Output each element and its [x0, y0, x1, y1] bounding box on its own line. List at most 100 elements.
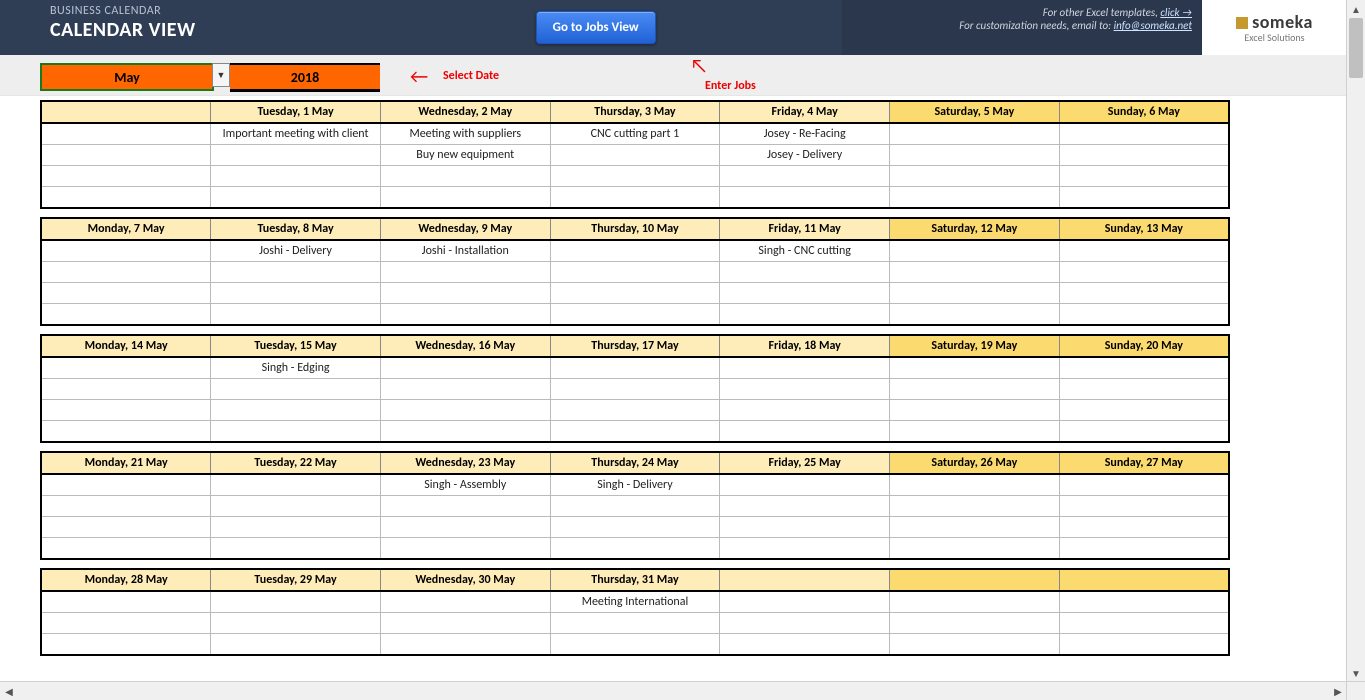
- calendar-cell[interactable]: Singh - Edging: [211, 357, 381, 379]
- calendar-cell[interactable]: [720, 634, 890, 656]
- calendar-cell[interactable]: [211, 474, 381, 496]
- calendar-cell[interactable]: [380, 357, 550, 379]
- calendar-cell[interactable]: [890, 123, 1060, 145]
- scroll-down-icon[interactable]: ▼: [1347, 664, 1365, 682]
- vertical-scrollbar[interactable]: ▲ ▼: [1346, 0, 1365, 682]
- calendar-cell[interactable]: [380, 262, 550, 283]
- calendar-cell[interactable]: [1059, 400, 1229, 421]
- calendar-cell[interactable]: [1059, 538, 1229, 560]
- calendar-cell[interactable]: [550, 421, 720, 443]
- calendar-cell[interactable]: [1059, 379, 1229, 400]
- calendar-cell[interactable]: [1059, 240, 1229, 262]
- calendar-cell[interactable]: [890, 145, 1060, 166]
- calendar-cell[interactable]: [1059, 421, 1229, 443]
- calendar-cell[interactable]: Singh - Delivery: [550, 474, 720, 496]
- calendar-cell[interactable]: [1059, 283, 1229, 304]
- calendar-cell[interactable]: [890, 379, 1060, 400]
- calendar-cell[interactable]: [380, 283, 550, 304]
- calendar-cell[interactable]: [720, 517, 890, 538]
- calendar-cell[interactable]: [1059, 591, 1229, 613]
- calendar-cell[interactable]: [211, 262, 381, 283]
- calendar-cell[interactable]: [890, 634, 1060, 656]
- calendar-cell[interactable]: [41, 187, 211, 209]
- month-select-cell[interactable]: May: [40, 63, 214, 91]
- calendar-cell[interactable]: [211, 379, 381, 400]
- month-dropdown-button[interactable]: ▼: [212, 63, 230, 87]
- calendar-cell[interactable]: [211, 166, 381, 187]
- calendar-cell[interactable]: [380, 591, 550, 613]
- calendar-cell[interactable]: [720, 496, 890, 517]
- calendar-cell[interactable]: [890, 421, 1060, 443]
- calendar-cell[interactable]: [890, 517, 1060, 538]
- calendar-cell[interactable]: [380, 421, 550, 443]
- calendar-cell[interactable]: [380, 400, 550, 421]
- calendar-cell[interactable]: [890, 613, 1060, 634]
- calendar-cell[interactable]: [1059, 474, 1229, 496]
- calendar-cell[interactable]: [890, 240, 1060, 262]
- calendar-cell[interactable]: [550, 187, 720, 209]
- calendar-cell[interactable]: [1059, 166, 1229, 187]
- calendar-cell[interactable]: Josey - Re-Facing: [720, 123, 890, 145]
- calendar-cell[interactable]: [41, 613, 211, 634]
- scroll-up-icon[interactable]: ▲: [1347, 0, 1365, 18]
- calendar-cell[interactable]: [890, 187, 1060, 209]
- year-cell[interactable]: 2018: [230, 63, 380, 92]
- calendar-cell[interactable]: [720, 591, 890, 613]
- calendar-cell[interactable]: Meeting with suppliers: [380, 123, 550, 145]
- calendar-cell[interactable]: [380, 379, 550, 400]
- calendar-cell[interactable]: [550, 538, 720, 560]
- calendar-cell[interactable]: [211, 421, 381, 443]
- calendar-cell[interactable]: [720, 421, 890, 443]
- calendar-cell[interactable]: [1059, 262, 1229, 283]
- calendar-cell[interactable]: [1059, 634, 1229, 656]
- scroll-thumb[interactable]: [1349, 18, 1363, 78]
- calendar-cell[interactable]: [41, 400, 211, 421]
- calendar-cell[interactable]: [720, 400, 890, 421]
- calendar-cell[interactable]: [41, 123, 211, 145]
- calendar-cell[interactable]: [890, 474, 1060, 496]
- calendar-cell[interactable]: [1059, 517, 1229, 538]
- calendar-cell[interactable]: [41, 166, 211, 187]
- calendar-cell[interactable]: [41, 262, 211, 283]
- calendar-cell[interactable]: [211, 400, 381, 421]
- calendar-cell[interactable]: [41, 283, 211, 304]
- calendar-cell[interactable]: [41, 538, 211, 560]
- calendar-cell[interactable]: [211, 517, 381, 538]
- calendar-cell[interactable]: [41, 421, 211, 443]
- calendar-cell[interactable]: [890, 400, 1060, 421]
- calendar-cell[interactable]: [41, 240, 211, 262]
- calendar-cell[interactable]: [211, 304, 381, 326]
- calendar-cell[interactable]: [890, 283, 1060, 304]
- calendar-cell[interactable]: [550, 634, 720, 656]
- calendar-cell[interactable]: [550, 166, 720, 187]
- calendar-cell[interactable]: [720, 538, 890, 560]
- scroll-right-icon[interactable]: ▶: [1329, 682, 1347, 700]
- calendar-cell[interactable]: [380, 538, 550, 560]
- calendar-cell[interactable]: [380, 304, 550, 326]
- calendar-cell[interactable]: [1059, 187, 1229, 209]
- calendar-cell[interactable]: [41, 357, 211, 379]
- calendar-cell[interactable]: [211, 591, 381, 613]
- calendar-cell[interactable]: Buy new equipment: [380, 145, 550, 166]
- calendar-cell[interactable]: Meeting International: [550, 591, 720, 613]
- customize-email-link[interactable]: info@someka.net: [1114, 19, 1192, 32]
- calendar-cell[interactable]: [1059, 123, 1229, 145]
- templates-link[interactable]: click →: [1160, 6, 1192, 19]
- calendar-cell[interactable]: Important meeting with client: [211, 123, 381, 145]
- calendar-cell[interactable]: [211, 283, 381, 304]
- calendar-cell[interactable]: [41, 634, 211, 656]
- calendar-cell[interactable]: [550, 613, 720, 634]
- calendar-cell[interactable]: [41, 304, 211, 326]
- horizontal-scrollbar[interactable]: ◀ ▶: [0, 681, 1347, 700]
- calendar-cell[interactable]: [720, 474, 890, 496]
- calendar-cell[interactable]: [380, 634, 550, 656]
- calendar-cell[interactable]: [720, 613, 890, 634]
- calendar-cell[interactable]: [380, 496, 550, 517]
- scroll-left-icon[interactable]: ◀: [0, 682, 18, 700]
- calendar-cell[interactable]: [890, 357, 1060, 379]
- calendar-cell[interactable]: [550, 379, 720, 400]
- calendar-cell[interactable]: Singh - Assembly: [380, 474, 550, 496]
- calendar-cell[interactable]: [550, 517, 720, 538]
- calendar-cell[interactable]: [211, 187, 381, 209]
- calendar-cell[interactable]: [890, 496, 1060, 517]
